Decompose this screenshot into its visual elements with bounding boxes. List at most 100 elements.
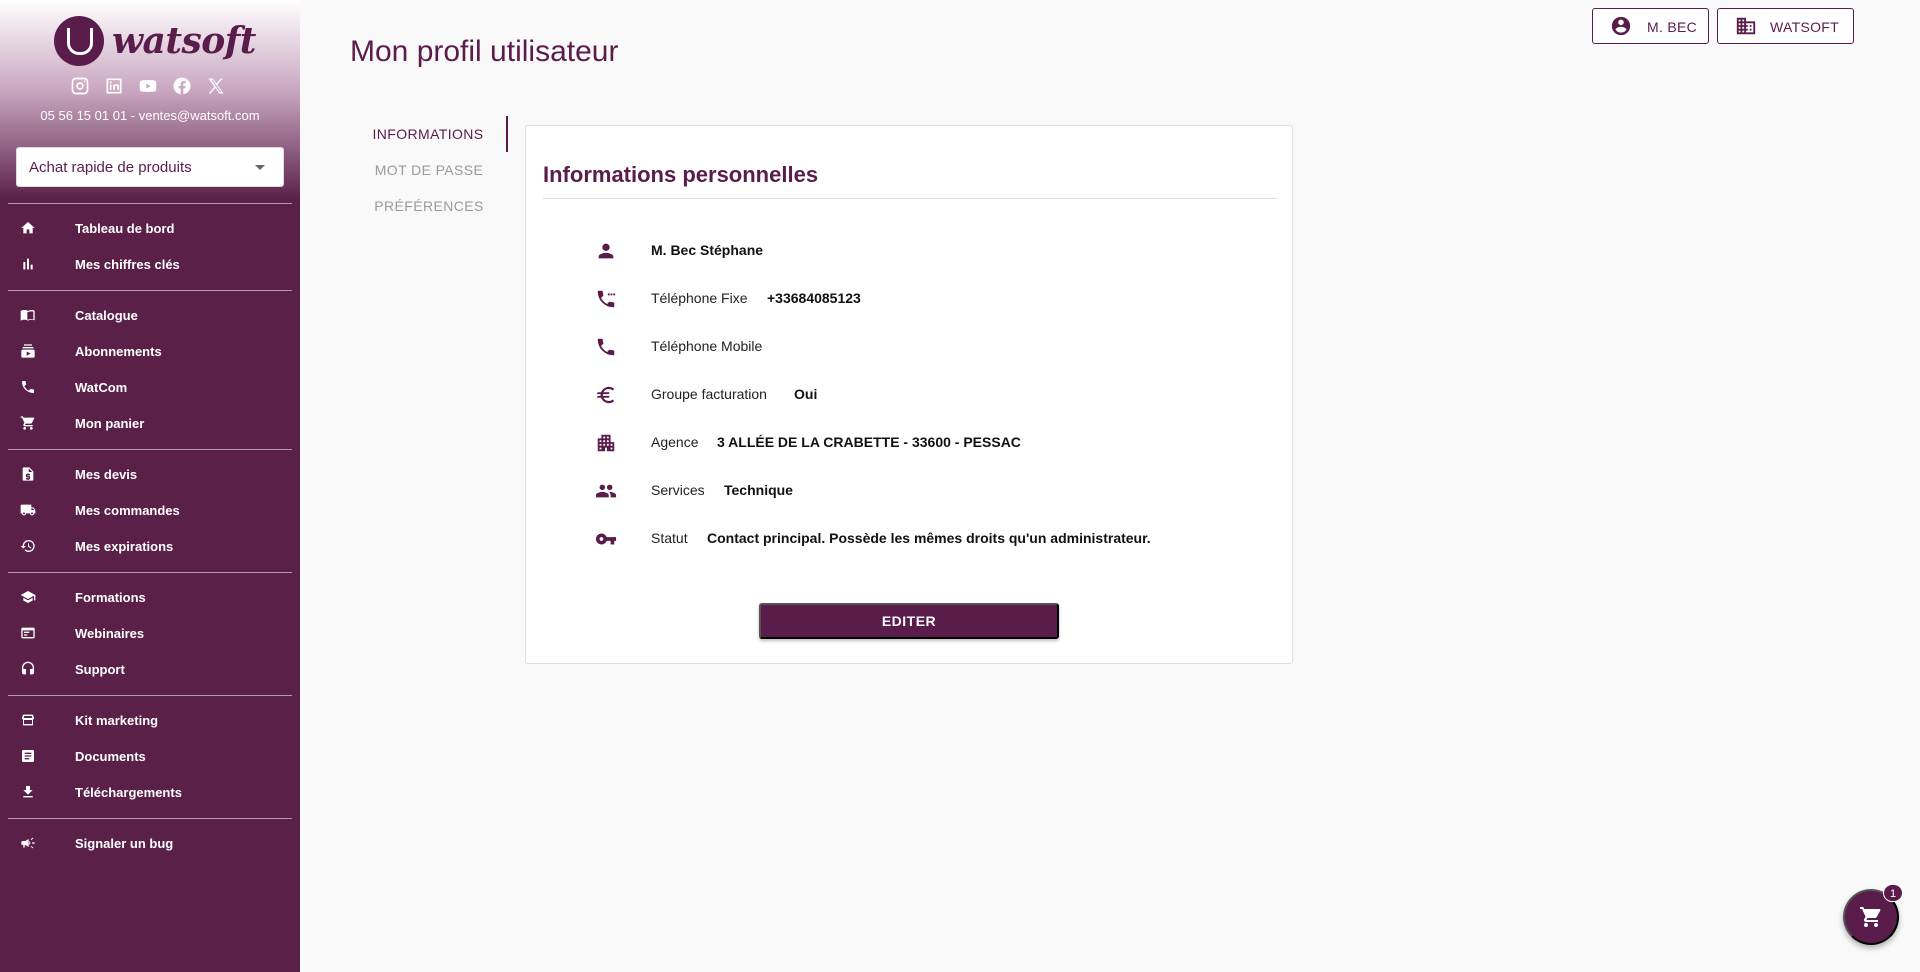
organization-label: WATSOFT [1770, 19, 1839, 35]
nav-divider [8, 572, 292, 573]
contact-info: 05 56 15 01 01 - ventes@watsoft.com [40, 108, 260, 123]
sidebar-item-label: Support [75, 661, 125, 677]
personal-info-card: Informations personnelles M. Bec Stéphan… [525, 125, 1293, 664]
account-circle-icon [1610, 15, 1632, 40]
sidebar-item-label: Formations [75, 589, 146, 605]
campaign-icon [20, 835, 36, 851]
group-icon [595, 480, 617, 502]
sidebar-item-label: Catalogue [75, 307, 138, 323]
organization-button[interactable]: WATSOFT [1717, 8, 1854, 44]
tab-preferences[interactable]: PRÉFÉRENCES [350, 188, 508, 224]
sidebar-item-mon-panier[interactable]: Mon panier [0, 405, 300, 441]
quick-buy-select[interactable]: Achat rapide de produits [16, 147, 284, 187]
info-label: Téléphone Mobile [651, 338, 763, 354]
sidebar-item-label: Tableau de bord [75, 220, 175, 236]
watsoft-logo-icon [54, 16, 104, 66]
webinar-icon [20, 625, 36, 641]
truck-icon [20, 502, 36, 518]
info-value: +33684085123 [767, 290, 861, 306]
sidebar-item-label: Mon panier [75, 415, 145, 431]
info-label: Téléphone Fixe [651, 290, 748, 306]
key-icon [595, 528, 617, 550]
bar-chart-icon [20, 256, 36, 272]
sidebar-item-kit-marketing[interactable]: Kit marketing [0, 702, 300, 738]
sidebar-item-formations[interactable]: Formations [0, 579, 300, 615]
tab-mot-de-passe[interactable]: MOT DE PASSE [350, 152, 508, 188]
building-icon [1735, 15, 1757, 40]
info-label: Statut [651, 530, 688, 546]
quote-doc-icon [20, 466, 36, 482]
sidebar-item-mes-devis[interactable]: Mes devis [0, 456, 300, 492]
linkedin-icon[interactable] [104, 76, 124, 96]
tab-informations[interactable]: INFORMATIONS [350, 116, 508, 152]
social-links [70, 76, 226, 96]
user-account-label: M. BEC [1647, 19, 1698, 35]
sidebar-item-telechargements[interactable]: Téléchargements [0, 774, 300, 810]
cart-icon [1860, 907, 1881, 927]
quick-buy-label: Achat rapide de produits [29, 158, 192, 176]
info-value: Oui [794, 386, 818, 402]
sidebar-item-mes-chiffres-cles[interactable]: Mes chiffres clés [0, 246, 300, 282]
brand-logo[interactable]: watsoft [54, 16, 256, 66]
headset-icon [20, 661, 36, 677]
sidebar-item-label: Documents [75, 748, 146, 764]
info-value: Contact principal. Possède les mêmes dro… [707, 530, 1151, 546]
cart-count-badge: 1 [1883, 884, 1903, 902]
nav-divider [8, 290, 292, 291]
sidebar-item-label: Mes expirations [75, 538, 174, 554]
sidebar-item-signaler-un-bug[interactable]: Signaler un bug [0, 825, 300, 861]
history-icon [20, 538, 36, 554]
download-icon [20, 784, 36, 800]
sidebar-item-label: Téléchargements [75, 784, 182, 800]
sidebar-item-label: Abonnements [75, 343, 162, 359]
sidebar-item-abonnements[interactable]: Abonnements [0, 333, 300, 369]
card-divider [543, 198, 1277, 199]
info-label: Groupe facturation [651, 386, 767, 402]
sidebar-item-mes-commandes[interactable]: Mes commandes [0, 492, 300, 528]
nav-divider [8, 818, 292, 819]
euro-icon [595, 384, 617, 406]
mobile-phone-icon [595, 336, 617, 358]
sidebar-item-label: Mes devis [75, 466, 138, 482]
landline-phone-icon [595, 288, 617, 310]
document-icon [20, 748, 36, 764]
edit-button[interactable]: EDITER [759, 603, 1059, 639]
book-open-icon [20, 307, 36, 323]
sidebar-item-catalogue[interactable]: Catalogue [0, 297, 300, 333]
info-value: 3 ALLÉE DE LA CRABETTE - 33600 - PESSAC [717, 434, 1021, 450]
person-icon [595, 240, 617, 262]
sidebar-item-support[interactable]: Support [0, 651, 300, 687]
sidebar-item-label: WatCom [75, 379, 128, 395]
nav-divider [8, 203, 292, 204]
sidebar: watsoft 05 56 15 01 01 - ventes@watsoft.… [0, 0, 300, 972]
home-icon [20, 220, 36, 236]
instagram-icon[interactable] [70, 76, 90, 96]
info-label: Agence [651, 434, 699, 450]
youtube-icon[interactable] [138, 76, 158, 96]
sidebar-item-documents[interactable]: Documents [0, 738, 300, 774]
building-icon [595, 432, 617, 454]
sidebar-item-webinaires[interactable]: Webinaires [0, 615, 300, 651]
nav-divider [8, 449, 292, 450]
user-account-button[interactable]: M. BEC [1592, 8, 1709, 44]
info-value: M. Bec Stéphane [651, 242, 764, 258]
school-icon [20, 589, 36, 605]
store-icon [20, 712, 36, 728]
info-label: Services [651, 482, 705, 498]
x-icon[interactable] [206, 76, 226, 96]
sidebar-item-tableau-de-bord[interactable]: Tableau de bord [0, 210, 300, 246]
facebook-icon[interactable] [172, 76, 192, 96]
sidebar-item-label: Signaler un bug [75, 835, 174, 851]
sidebar-item-watcom[interactable]: WatCom [0, 369, 300, 405]
subscriptions-icon [20, 343, 36, 359]
info-value: Technique [724, 482, 793, 498]
nav-divider [8, 695, 292, 696]
sidebar-item-label: Mes commandes [75, 502, 180, 518]
sidebar-item-label: Kit marketing [75, 712, 159, 728]
sidebar-item-label: Mes chiffres clés [75, 256, 180, 272]
brand-name: watsoft [112, 20, 256, 62]
chevron-down-icon [255, 165, 265, 170]
sidebar-item-mes-expirations[interactable]: Mes expirations [0, 528, 300, 564]
cart-icon [20, 415, 36, 431]
phone-icon [20, 379, 36, 395]
